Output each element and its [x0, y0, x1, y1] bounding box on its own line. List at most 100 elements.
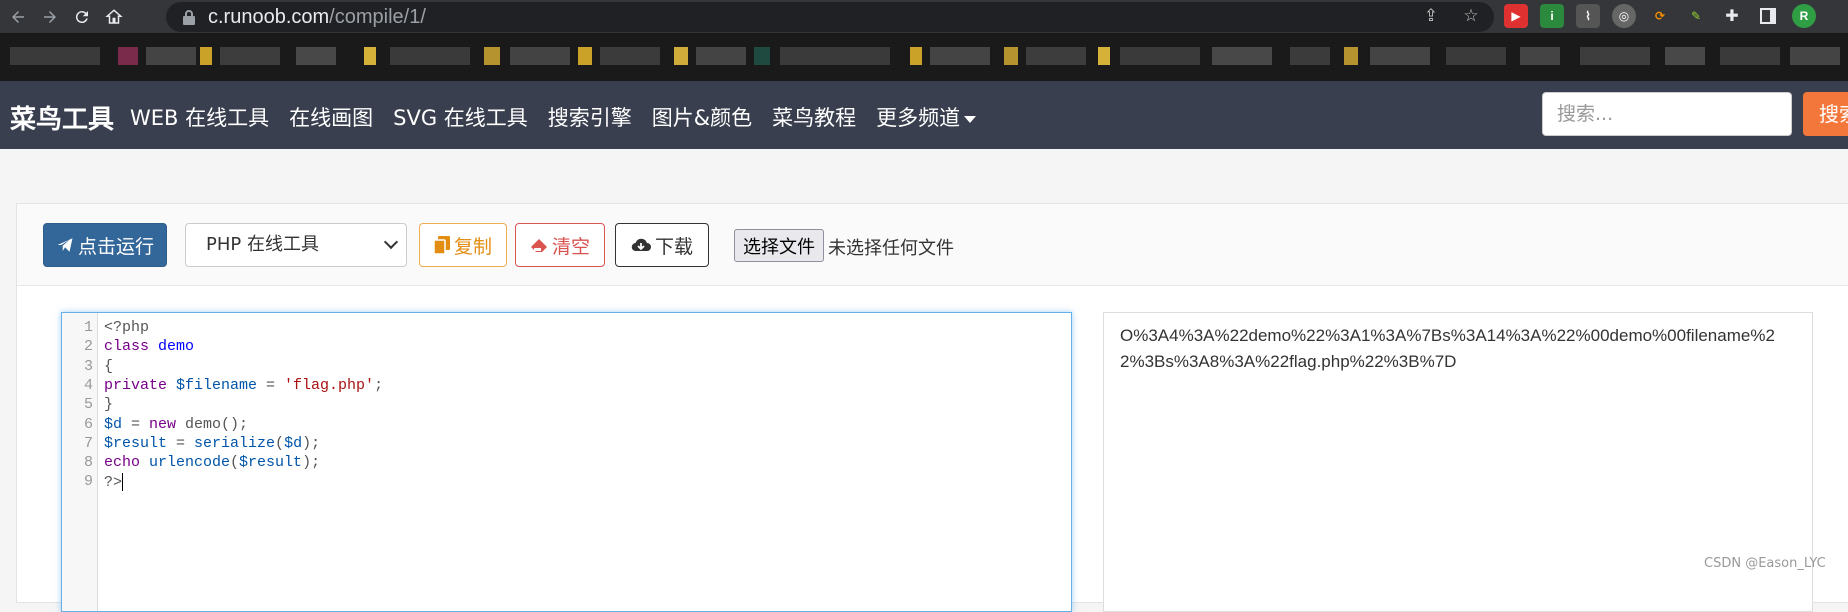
bookmark-item[interactable]	[674, 47, 688, 65]
extension-sync-icon[interactable]: ⟳	[1648, 4, 1672, 28]
nav-more-channels[interactable]: 更多频道	[876, 102, 977, 132]
browser-toolbar: c.runoob.com/compile/1/ ⇪ ☆ ▶ i ⌇ ◎ ⟳ ✎ …	[0, 0, 1848, 33]
site-search-button[interactable]: 搜索	[1803, 92, 1848, 136]
bookmark-item[interactable]	[10, 47, 100, 65]
language-select[interactable]: PHP 在线工具	[185, 223, 407, 267]
code-line: private $filename = 'flag.php';	[104, 377, 383, 394]
nav-online-drawing[interactable]: 在线画图	[289, 102, 373, 132]
bookmark-item[interactable]	[600, 47, 660, 65]
code-token: ?>	[104, 474, 123, 492]
search-placeholder: 搜索...	[1557, 103, 1614, 125]
reload-icon	[75, 10, 88, 23]
bookmark-item[interactable]	[1370, 47, 1430, 65]
choose-file-button[interactable]: 选择文件	[734, 229, 824, 262]
copy-button[interactable]: 复制	[419, 223, 507, 267]
arrow-right-icon	[44, 10, 56, 23]
code-token: =	[167, 434, 195, 452]
paper-plane-icon	[57, 238, 73, 252]
run-button[interactable]: 点击运行	[43, 223, 167, 267]
line-number: 6	[83, 415, 93, 433]
bookmark-item[interactable]	[220, 47, 280, 65]
nav-tutorial[interactable]: 菜鸟教程	[772, 102, 856, 132]
reload-button[interactable]	[68, 3, 96, 31]
bookmark-item[interactable]	[390, 47, 470, 65]
nav-svg-tools[interactable]: SVG 在线工具	[393, 102, 528, 132]
eraser-icon	[530, 239, 547, 252]
extension-youtube-icon[interactable]: ▶	[1504, 4, 1528, 28]
back-button[interactable]	[4, 3, 32, 31]
language-selected: PHP 在线工具	[206, 234, 319, 255]
bookmark-item[interactable]	[484, 47, 500, 65]
extension-chart-icon[interactable]: ⌇	[1576, 4, 1600, 28]
forward-button[interactable]	[36, 3, 64, 31]
bookmark-item[interactable]	[754, 47, 770, 65]
bookmark-item[interactable]	[364, 47, 376, 65]
clear-button[interactable]: 清空	[515, 223, 605, 267]
bookmark-item[interactable]	[1026, 47, 1086, 65]
code-token: );	[302, 454, 321, 472]
extensions-area: ▶ i ⌇ ◎ ⟳ ✎ ✚ R	[1504, 4, 1816, 28]
download-label: 下载	[654, 235, 693, 258]
bookmark-item[interactable]	[780, 47, 890, 65]
code-line: }	[104, 396, 113, 413]
code-token: }	[104, 396, 114, 414]
code-token: private	[104, 376, 177, 394]
bookmark-item[interactable]	[1665, 47, 1705, 65]
sidebar-icon[interactable]	[1756, 4, 1780, 28]
bookmark-item[interactable]	[578, 47, 592, 65]
extension-info-icon[interactable]: i	[1540, 4, 1564, 28]
home-button[interactable]	[100, 3, 128, 31]
bookmark-item[interactable]	[1120, 47, 1200, 65]
bookmark-item[interactable]	[1520, 47, 1560, 65]
bookmark-item[interactable]	[1098, 47, 1110, 65]
watermark: CSDN @Eason_LYC	[1704, 556, 1826, 571]
bookmark-item[interactable]	[200, 47, 212, 65]
url-host: c.runoob.com	[208, 5, 330, 28]
bookmarks-bar	[0, 33, 1848, 81]
code-token: =	[122, 415, 150, 433]
bookmark-item[interactable]	[910, 47, 922, 65]
bookmark-item[interactable]	[1790, 47, 1840, 65]
cloud-download-icon	[631, 238, 651, 252]
site-search-input[interactable]: 搜索...	[1542, 92, 1792, 136]
extension-globe-icon[interactable]: ◎	[1612, 4, 1636, 28]
bookmark-item[interactable]	[696, 47, 746, 65]
bookmark-item[interactable]	[1212, 47, 1272, 65]
nav-web-tools[interactable]: WEB 在线工具	[130, 102, 269, 132]
code-line: $d = new demo();	[104, 416, 248, 433]
bookmark-star-icon[interactable]: ☆	[1460, 5, 1482, 27]
bookmark-item[interactable]	[1446, 47, 1506, 65]
code-line: echo urlencode($result);	[104, 454, 320, 471]
bookmark-item[interactable]	[1290, 47, 1330, 65]
line-number: 4	[83, 376, 93, 394]
bookmark-item[interactable]	[1344, 47, 1358, 65]
site-logo[interactable]: 菜鸟工具	[10, 99, 114, 136]
lock-icon	[183, 10, 195, 25]
bookmark-item[interactable]	[296, 47, 336, 65]
share-icon[interactable]: ⇪	[1420, 5, 1442, 27]
code-editor[interactable]: 123456789 <?php class demo{private $filen…	[61, 312, 1072, 612]
line-number: 2	[83, 338, 93, 356]
copy-label: 复制	[453, 235, 492, 258]
extension-pen-icon[interactable]: ✎	[1684, 4, 1708, 28]
profile-avatar-icon[interactable]: R	[1792, 4, 1816, 28]
bookmark-item[interactable]	[930, 47, 990, 65]
nav-more-label: 更多频道	[876, 106, 961, 130]
bookmark-item[interactable]	[1580, 47, 1650, 65]
code-token: $result	[104, 434, 168, 452]
home-icon	[105, 8, 123, 24]
code-token: $result	[239, 454, 303, 472]
puzzle-icon[interactable]: ✚	[1720, 4, 1744, 28]
nav-image-color[interactable]: 图片&颜色	[652, 102, 752, 132]
nav-search-engine[interactable]: 搜索引擎	[548, 102, 632, 132]
bookmark-item[interactable]	[1004, 47, 1018, 65]
bookmark-item[interactable]	[146, 47, 196, 65]
code-line: ?>	[104, 473, 124, 492]
code-token: class	[104, 338, 159, 356]
code-token: serialize	[194, 434, 276, 452]
bookmark-item[interactable]	[510, 47, 570, 65]
bookmark-item[interactable]	[118, 47, 138, 65]
bookmark-item[interactable]	[1720, 47, 1780, 65]
download-button[interactable]: 下载	[615, 223, 709, 267]
address-bar[interactable]: c.runoob.com/compile/1/ ⇪ ☆	[166, 2, 1494, 32]
